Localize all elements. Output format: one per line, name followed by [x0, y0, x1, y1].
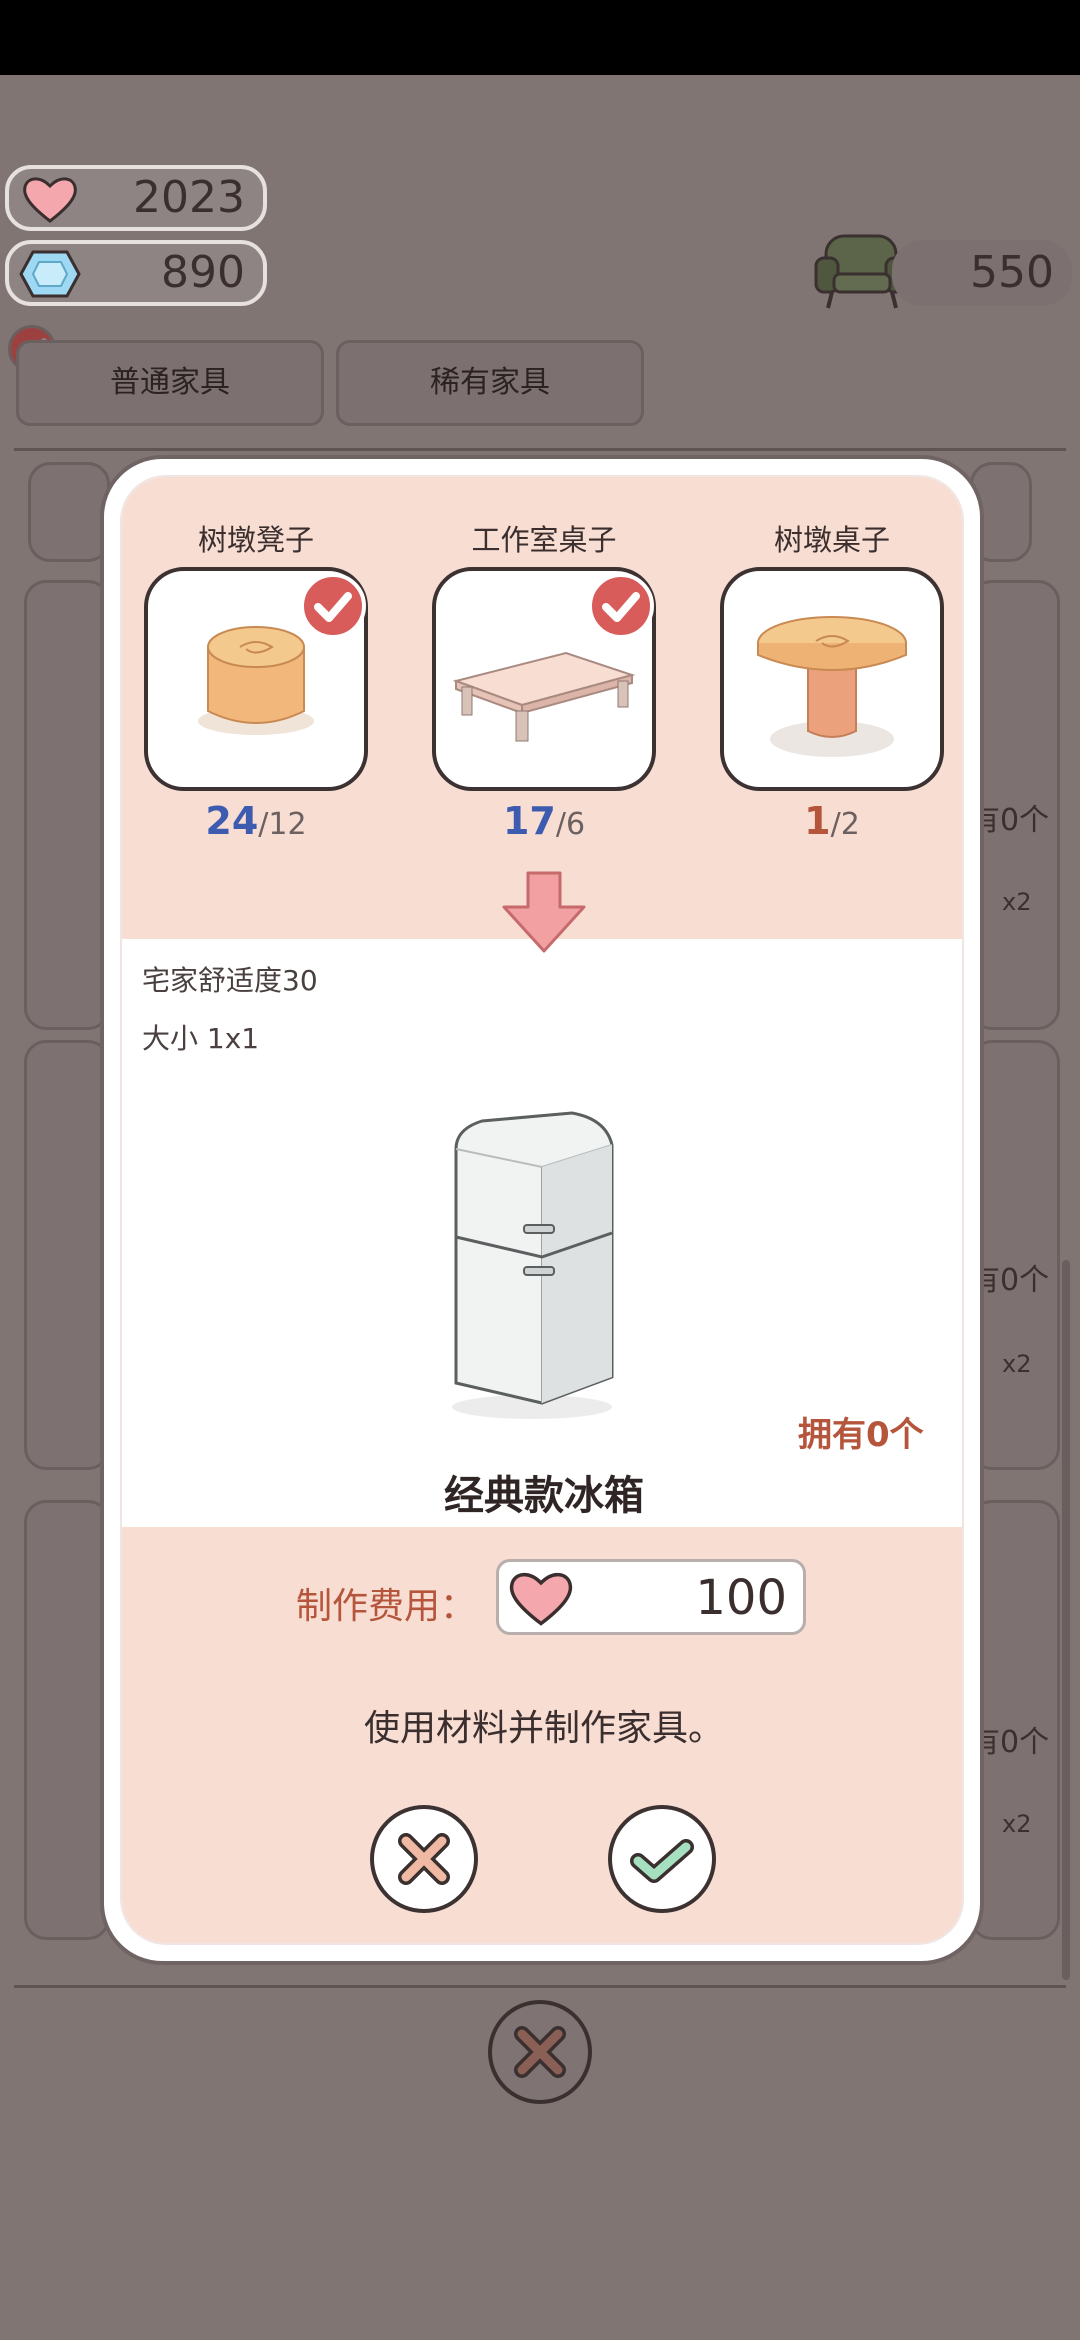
item-name: 经典款冰箱: [444, 1473, 644, 1519]
list-scrollbar[interactable]: [1062, 1260, 1070, 1980]
heart-icon: [19, 173, 81, 225]
list-bottom-divider: [14, 1985, 1066, 1988]
arrow-down-icon: [498, 869, 590, 957]
check-icon: [300, 573, 366, 639]
list-top-divider: [14, 448, 1066, 451]
hearts-counter: 2023: [5, 165, 267, 231]
cost-value: 100: [695, 1570, 787, 1626]
gems-value: 890: [161, 247, 245, 298]
stump-table-icon: [757, 616, 907, 757]
material-count: 17/6: [502, 799, 586, 843]
comfort-text: 宅家舒适度30: [142, 964, 318, 997]
tab-rare-furniture[interactable]: 稀有家具: [336, 340, 644, 426]
size-text: 大小 1x1: [142, 1022, 260, 1055]
tab-common-furniture[interactable]: 普通家具: [16, 340, 324, 426]
material-slot-stump-table[interactable]: [720, 567, 944, 791]
gem-icon: [19, 248, 81, 300]
close-icon: [514, 2026, 566, 2078]
confirm-button[interactable]: [608, 1805, 716, 1913]
bg-qty-text: x2: [1002, 1350, 1032, 1378]
material-count: 24/12: [205, 799, 307, 843]
check-icon: [630, 1839, 694, 1883]
material-name: 树墩凳子: [197, 523, 314, 557]
cancel-button[interactable]: [370, 1805, 478, 1913]
craft-description: 使用材料并制作家具。: [363, 1708, 724, 1749]
check-icon: [588, 573, 654, 639]
cost-label: 制作费用：: [296, 1586, 477, 1627]
bg-qty-text: x2: [1002, 1810, 1032, 1838]
cost-box: 100: [496, 1559, 806, 1635]
status-bar: [0, 0, 1080, 75]
list-item: [28, 462, 110, 562]
close-panel-button[interactable]: [488, 2000, 592, 2104]
gems-counter: 890: [5, 240, 267, 306]
chair-count: 550: [892, 240, 1072, 306]
material-name: 工作室桌子: [471, 523, 617, 557]
fridge-icon: [422, 1107, 662, 1427]
material-name: 树墩桌子: [773, 523, 890, 557]
close-icon: [398, 1833, 450, 1885]
list-item: [24, 580, 110, 1030]
bg-qty-text: x2: [1002, 888, 1032, 916]
list-item: [24, 1040, 110, 1470]
owned-count: 拥有0个: [798, 1415, 924, 1455]
craft-dialog: 树墩凳子 24/12 工作室桌子 17/6 树墩桌子 1/2 宅家舒适度30 大…: [120, 475, 964, 1945]
list-item: [24, 1500, 110, 1940]
hearts-value: 2023: [133, 172, 245, 223]
heart-icon: [505, 1566, 577, 1630]
material-count: 1/2: [804, 799, 860, 843]
